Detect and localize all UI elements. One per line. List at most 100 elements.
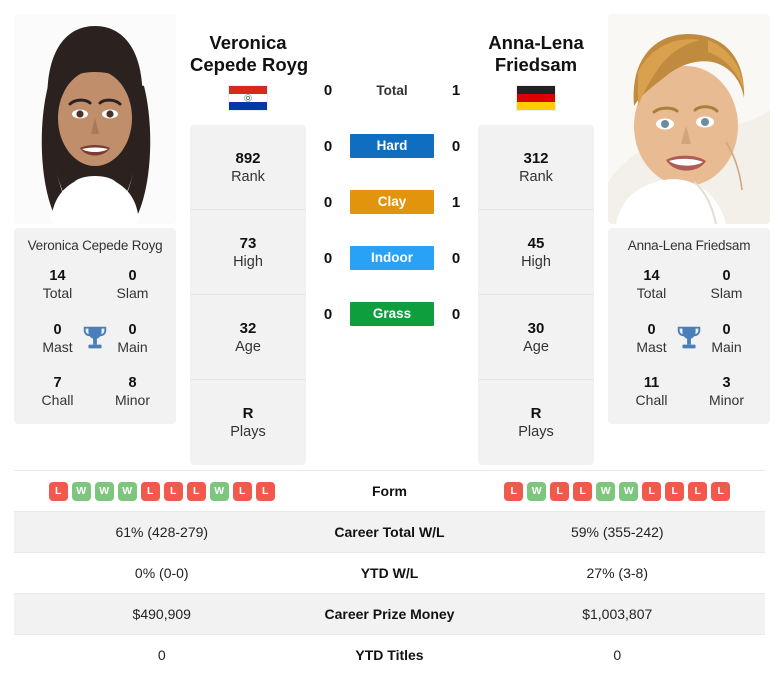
- row-label: Career Total W/L: [334, 524, 445, 540]
- row-right-value: LWLLWWLLLL: [470, 481, 766, 501]
- right-chall-titles-value: 11: [643, 375, 660, 392]
- table-row: 0% (0-0) YTD W/L 27% (3-8): [14, 552, 765, 593]
- comparison-table: L W W W L L L W L L Form L W L L W W L L L L 61% (428-279) Car…: [0, 470, 779, 675]
- right-high-value: 45: [527, 234, 545, 252]
- h2h-surface-row-grass: 0 Grass 0: [306, 286, 478, 342]
- right-total-titles: 14 Total: [614, 267, 689, 303]
- right-rank-value: 312: [523, 149, 549, 167]
- right-slam-titles: 0 Slam: [689, 267, 764, 303]
- right-player-caption: Anna-Lena Friedsam: [627, 238, 751, 253]
- form-badge-win: W: [71, 481, 91, 501]
- row-right-value: 27% (3-8): [586, 565, 648, 581]
- right-rank-wrapper: Anna-Lena Friedsam 312 Rank 45 High 30 A…: [478, 14, 594, 465]
- surface-pill-hard[interactable]: Hard: [350, 134, 434, 158]
- left-chall-titles: 7 Chall: [20, 374, 95, 410]
- left-plays-value: R: [242, 405, 254, 422]
- row-left-value: LWWWLLLWLL: [14, 481, 310, 501]
- left-minor-titles: 8 Minor: [95, 374, 170, 410]
- left-total-titles: 14 Total: [20, 267, 95, 303]
- h2h-surface-row-hard: 0 Hard 0: [306, 118, 478, 174]
- row-label: Form: [372, 483, 407, 499]
- right-total-titles-label: Total: [636, 285, 667, 302]
- h2h-total-right-score: 1: [451, 81, 461, 99]
- h2h-surface-rows: 0 Hard 0 0 Clay 1 0 Indoor 0 0 Grass 0: [306, 118, 478, 342]
- left-slam-titles-value: 0: [128, 268, 137, 284]
- left-rank-label: Rank: [231, 168, 265, 185]
- h2h-surface-row-indoor: 0 Indoor 0: [306, 230, 478, 286]
- left-high-label: High: [233, 253, 263, 270]
- form-badge-loss: L: [665, 481, 685, 501]
- surface-pill-indoor[interactable]: Indoor: [350, 246, 434, 270]
- left-chall-titles-value: 7: [53, 375, 62, 392]
- surface-pill-grass[interactable]: Grass: [350, 302, 434, 326]
- left-age-value: 32: [239, 319, 257, 337]
- h2h-grass-left-score: 0: [323, 305, 333, 323]
- form-badge-loss: L: [504, 481, 524, 501]
- form-badge-loss: L: [711, 481, 731, 501]
- right-titles-card: Anna-Lena Friedsam 14 Total 0 Slam 0 Mas…: [608, 228, 770, 424]
- left-rank-card: 892 Rank 73 High 32 Age R Plays: [190, 125, 306, 465]
- left-age-label: Age: [235, 338, 261, 355]
- form-badge-loss: L: [642, 481, 662, 501]
- flag-paraguay-icon: [228, 84, 268, 111]
- h2h-total-left-score: 0: [323, 81, 333, 99]
- left-player-caption: Veronica Cepede Royg: [27, 238, 163, 253]
- right-plays-value: R: [530, 405, 542, 422]
- trophy-icon: [80, 323, 110, 353]
- form-badge-loss: L: [186, 481, 206, 501]
- top-section: Veronica Cepede Royg 14 Total 0 Slam 0 M…: [0, 0, 779, 470]
- table-row: 61% (428-279) Career Total W/L 59% (355-24…: [14, 511, 765, 552]
- left-player-photo: [14, 14, 176, 224]
- h2h-indoor-left-score: 0: [323, 249, 333, 267]
- row-right-value: 59% (355-242): [570, 524, 664, 540]
- h2h-grass-right-score: 0: [451, 305, 461, 323]
- form-badge-win: W: [94, 481, 114, 501]
- left-rank-wrapper: Veronica Cepede Royg 892 Rank 73 High 32…: [190, 14, 308, 465]
- row-label: Career Prize Money: [324, 606, 455, 622]
- left-player-column: Veronica Cepede Royg 14 Total 0 Slam 0 M…: [14, 14, 176, 424]
- right-player-name-block: Anna-Lena Friedsam: [478, 32, 594, 116]
- table-row: $490,909 Career Prize Money $1,003,807: [14, 593, 765, 634]
- right-high-label: High: [521, 253, 551, 270]
- right-age-label: Age: [523, 338, 549, 355]
- right-rank-card: 312 Rank 45 High 30 Age R Plays: [478, 125, 594, 465]
- row-left-value: 0: [157, 647, 166, 663]
- row-left-value: 0% (0-0): [134, 565, 189, 581]
- left-high-row: 73 High: [190, 210, 306, 295]
- row-right-value: $1,003,807: [582, 606, 653, 622]
- row-right-value: 0: [613, 647, 622, 663]
- left-total-titles-value: 14: [49, 268, 66, 284]
- trophy-icon: [674, 323, 704, 353]
- table-row: 0 YTD Titles 0: [14, 634, 765, 675]
- row-label: YTD W/L: [360, 565, 419, 581]
- left-minor-titles-value: 8: [128, 375, 137, 392]
- player-comparison-page: Veronica Cepede Royg 14 Total 0 Slam 0 M…: [0, 0, 779, 699]
- row-left-value: 61% (428-279): [115, 524, 209, 540]
- left-total-titles-label: Total: [42, 285, 73, 302]
- right-chall-titles: 11 Chall: [614, 374, 689, 410]
- left-minor-titles-label: Minor: [114, 392, 150, 409]
- left-titles-card: Veronica Cepede Royg 14 Total 0 Slam 0 M…: [14, 228, 176, 424]
- h2h-total-row: 0 Total 1: [306, 62, 478, 118]
- right-total-titles-value: 14: [643, 268, 660, 284]
- form-badge-loss: L: [48, 481, 68, 501]
- left-slam-titles: 0 Slam: [95, 267, 170, 303]
- left-chall-titles-label: Chall: [41, 392, 74, 409]
- surface-pill-clay[interactable]: Clay: [350, 190, 434, 214]
- row-left-value: $490,909: [132, 606, 191, 622]
- right-player-name-line2: Friedsam: [494, 53, 578, 75]
- right-high-row: 45 High: [478, 210, 594, 295]
- right-form-strip: LWLLWWLLLL: [504, 481, 731, 501]
- head-to-head-column: 0 Total 1 0 Hard 0 0 Clay 1 0 Indoor 0 0 Grass 0: [306, 14, 478, 342]
- left-titles-grid: 14 Total 0 Slam 0 Mast 0 Main 7 Chall 8 …: [20, 267, 170, 410]
- h2h-clay-right-score: 1: [451, 193, 461, 211]
- left-player-name-line1: Veronica: [209, 32, 287, 53]
- form-badge-loss: L: [550, 481, 570, 501]
- form-badge-loss: L: [232, 481, 252, 501]
- table-row: L W W W L L L W L L Form L W L L W W L L L L: [14, 470, 765, 511]
- form-badge-loss: L: [573, 481, 593, 501]
- left-rank-row: 892 Rank: [190, 125, 306, 210]
- left-slam-titles-label: Slam: [116, 285, 149, 302]
- left-plays-label: Plays: [230, 424, 266, 440]
- right-age-row: 30 Age: [478, 295, 594, 380]
